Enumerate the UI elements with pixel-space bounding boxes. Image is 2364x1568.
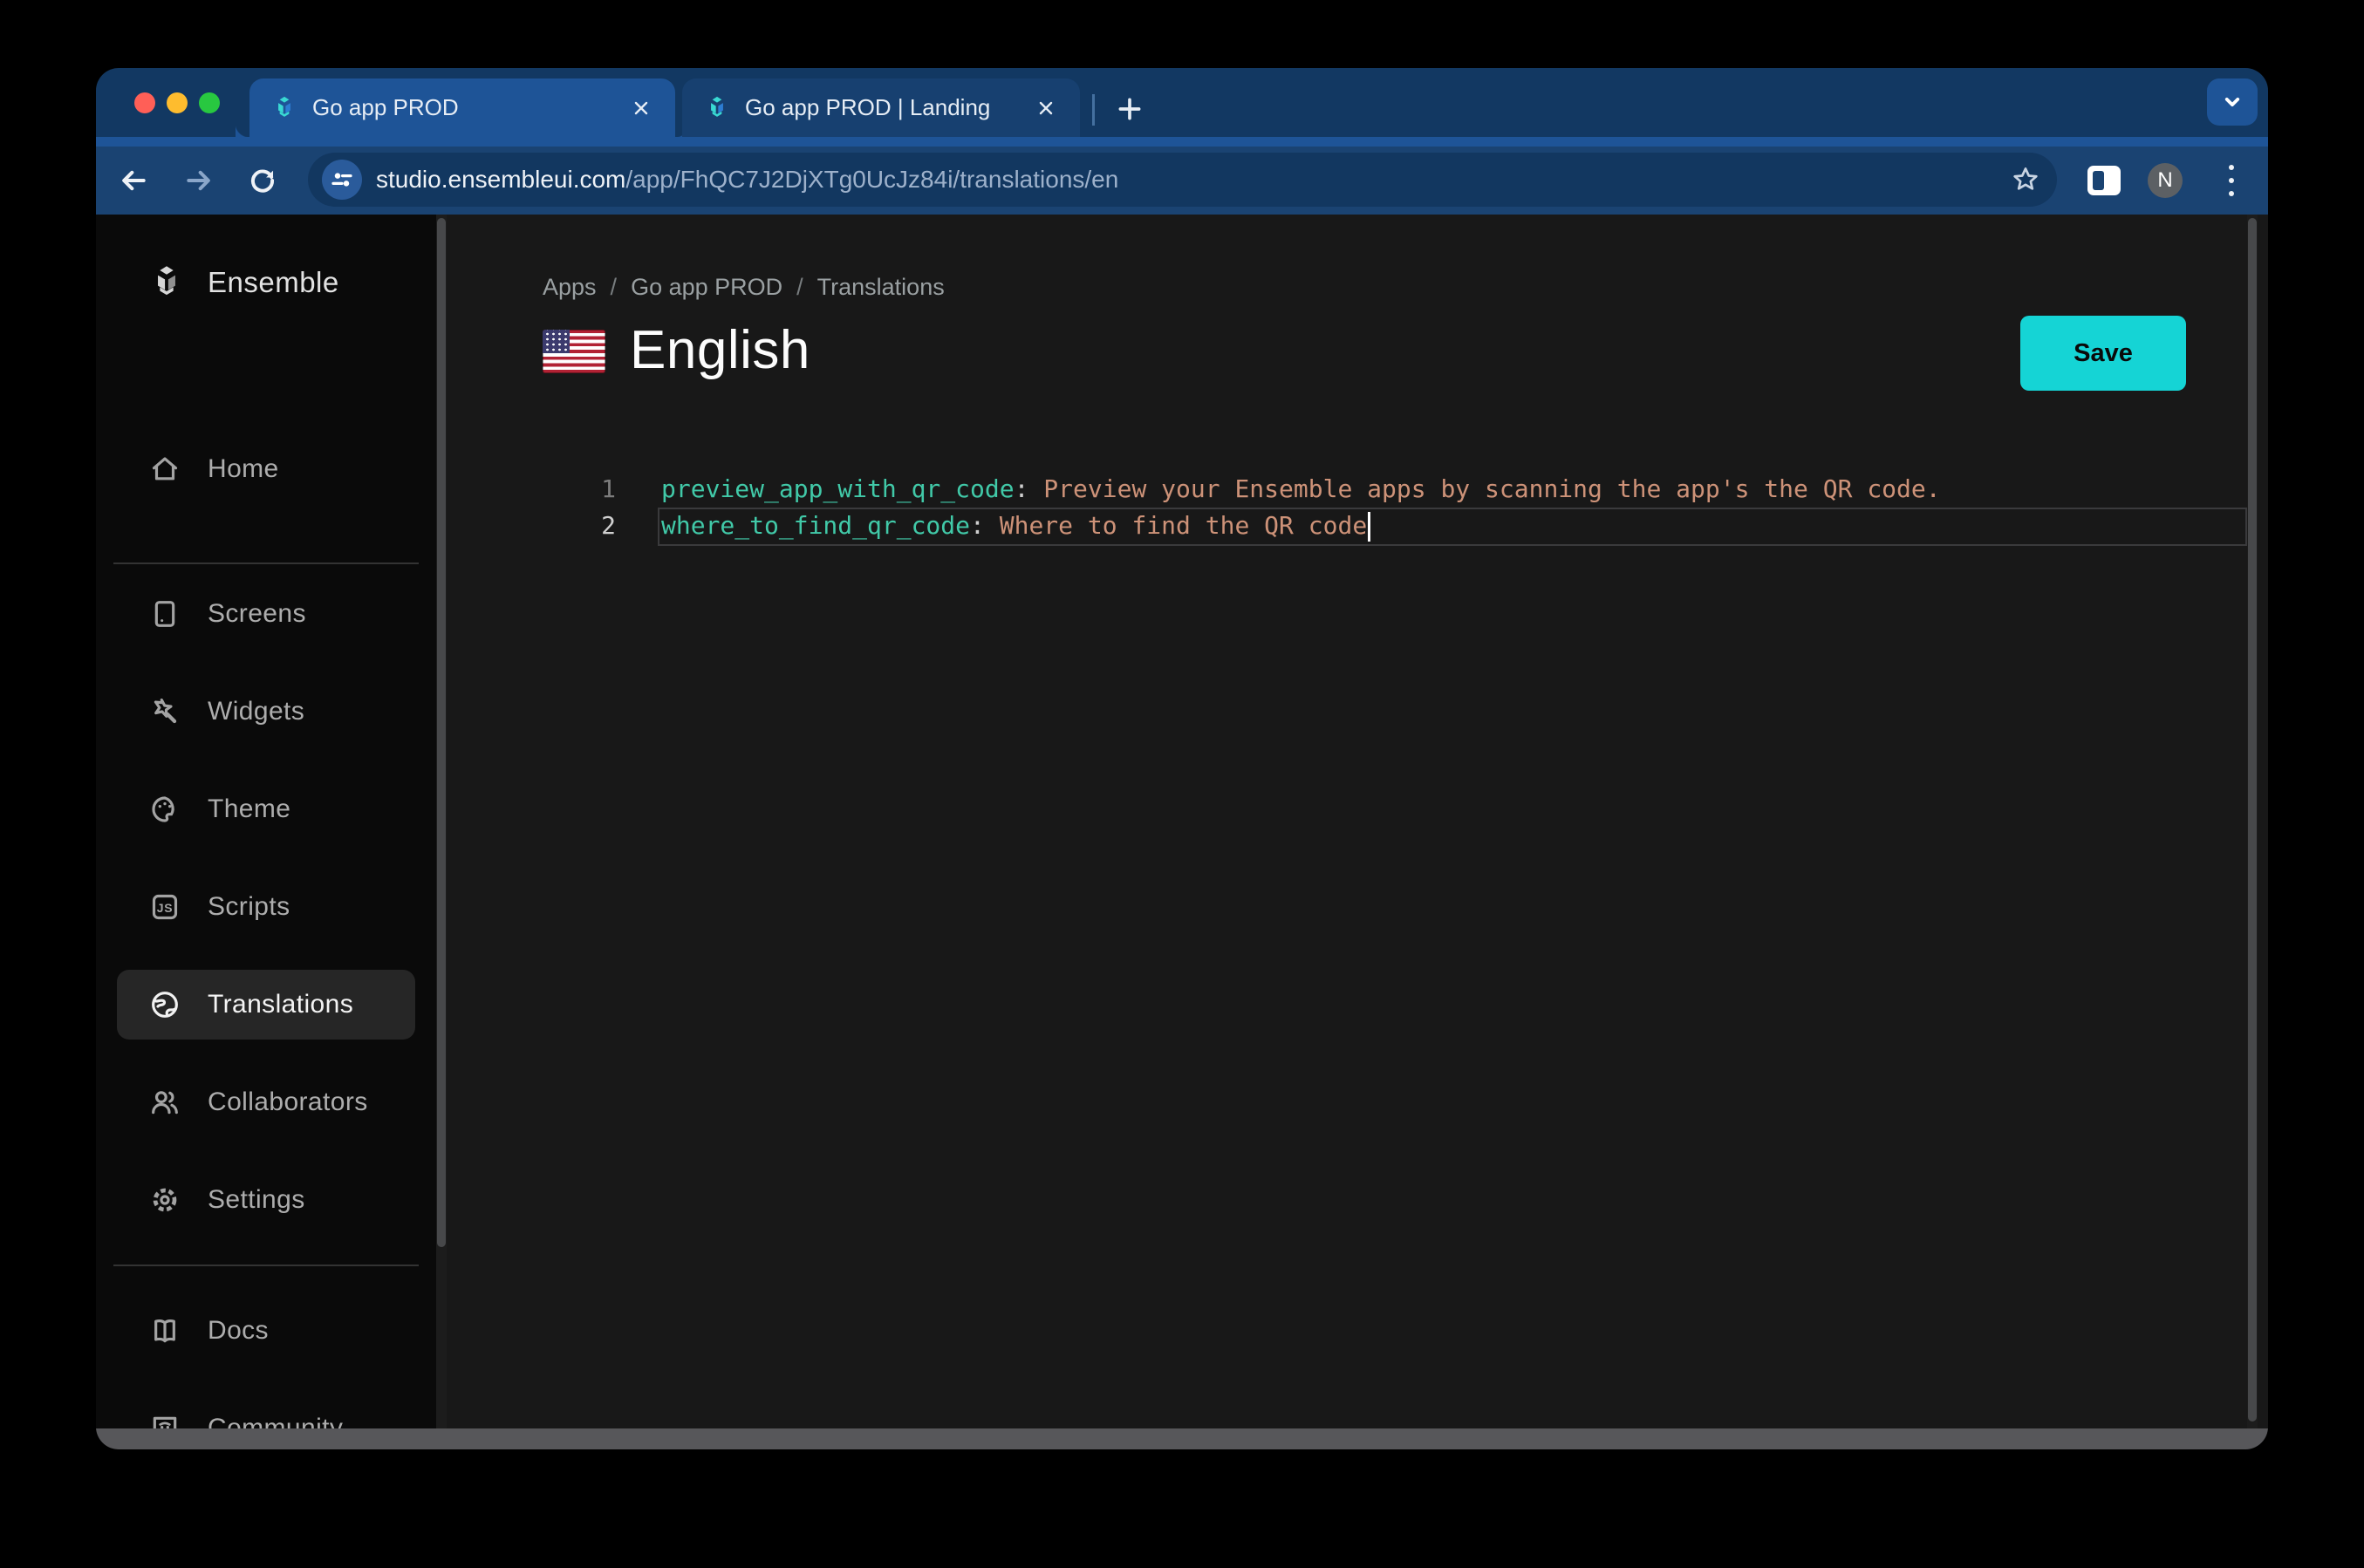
tab-separator	[1092, 94, 1095, 126]
url-path: /app/FhQC7J2DjXTg0UcJz84i/translations/e…	[625, 166, 1119, 193]
tab-go-app-prod-landing[interactable]: Go app PROD | Landing	[682, 78, 1080, 137]
tabstrip-accent-strip	[96, 137, 2268, 147]
docs-book-icon	[147, 1312, 183, 1349]
brand: Ensemble	[96, 251, 436, 314]
sidebar-item-collaborators[interactable]: Collaborators	[96, 1067, 436, 1137]
line-number: 2	[601, 511, 616, 540]
svg-text:JS: JS	[157, 901, 173, 915]
home-icon	[147, 451, 183, 487]
bookmark-star-icon[interactable]	[2001, 155, 2050, 204]
sidebar-item-label: Translations	[208, 990, 354, 1019]
ensemble-favicon	[270, 94, 298, 122]
tab-title: Go app PROD | Landing	[745, 94, 991, 120]
breadcrumb: Apps / Go app PROD / Translations	[543, 274, 945, 301]
zoom-window-button[interactable]	[199, 92, 220, 113]
sidebar-item-settings[interactable]: Settings	[96, 1165, 436, 1235]
profile-avatar[interactable]: N	[2148, 163, 2183, 198]
sidebar-scrollbar-thumb[interactable]	[437, 218, 446, 1247]
text-cursor	[1368, 512, 1371, 542]
main-content: Apps / Go app PROD / Translations Englis…	[447, 215, 2258, 1428]
sidebar-item-label: Home	[208, 454, 279, 483]
sidebar-item-label: Collaborators	[208, 1087, 368, 1116]
sidebar-item-label: Screens	[208, 599, 306, 628]
sidebar-item-scripts[interactable]: JS Scripts	[96, 872, 436, 942]
sidebar-item-label: Docs	[208, 1316, 269, 1345]
translations-globe-icon	[147, 986, 183, 1023]
close-window-button[interactable]	[134, 92, 155, 113]
tab-search-chevron-button[interactable]	[2207, 78, 2258, 126]
us-flag-icon	[543, 330, 605, 373]
brand-label: Ensemble	[208, 266, 339, 298]
scripts-js-icon: JS	[147, 889, 183, 925]
page-body: Ensemble Home Screens Widgets Theme JS S…	[96, 215, 2268, 1442]
window-bottom-edge	[96, 1428, 2268, 1449]
page-title: English	[630, 320, 810, 380]
ensemble-favicon	[703, 94, 731, 122]
settings-gear-icon	[147, 1182, 183, 1218]
new-tab-button[interactable]	[1110, 89, 1150, 129]
breadcrumb-separator: /	[796, 274, 803, 300]
page-scrollbar-thumb[interactable]	[2248, 218, 2257, 1421]
side-panel-icon[interactable]	[2078, 153, 2130, 208]
theme-palette-icon	[147, 791, 183, 828]
code-text: preview_app_with_qr_code: Preview your E…	[661, 474, 1941, 503]
widgets-icon	[147, 693, 183, 730]
ensemble-logo-icon	[147, 262, 187, 303]
browser-toolbar: studio.ensembleui.com/app/FhQC7J2DjXTg0U…	[96, 147, 2268, 215]
sidebar-item-screens[interactable]: Screens	[96, 579, 436, 649]
page-scrollbar-track[interactable]	[2247, 215, 2258, 1428]
sidebar-item-label: Theme	[208, 794, 291, 823]
address-bar[interactable]: studio.ensembleui.com/app/FhQC7J2DjXTg0U…	[308, 153, 2057, 207]
url-host: studio.ensembleui.com	[376, 166, 626, 193]
sidebar-item-label: Widgets	[208, 697, 305, 726]
tab-close-icon[interactable]	[628, 95, 654, 121]
tab-close-icon[interactable]	[1033, 95, 1059, 121]
sidebar-item-home[interactable]: Home	[96, 434, 436, 504]
screenshot-stage: Go app PROD Go app PROD | Landing studio…	[0, 0, 2364, 1568]
reload-button[interactable]	[236, 153, 290, 208]
code-text: where_to_find_qr_code: Where to find the…	[661, 508, 1371, 544]
sidebar-divider	[113, 1265, 419, 1266]
breadcrumb-go-app-prod[interactable]: Go app PROD	[631, 274, 782, 301]
sidebar-item-widgets[interactable]: Widgets	[96, 677, 436, 747]
sidebar-item-theme[interactable]: Theme	[96, 774, 436, 844]
browser-menu-icon[interactable]	[2214, 153, 2249, 208]
editor-line[interactable]: 1 preview_app_with_qr_code: Preview your…	[447, 471, 2258, 508]
breadcrumb-translations[interactable]: Translations	[817, 274, 945, 301]
breadcrumb-apps[interactable]: Apps	[543, 274, 597, 301]
screens-icon	[147, 596, 183, 632]
breadcrumb-separator: /	[610, 274, 618, 300]
site-settings-tune-icon[interactable]	[322, 160, 362, 200]
collaborators-icon	[147, 1084, 183, 1121]
forward-button[interactable]	[172, 153, 226, 208]
back-button[interactable]	[106, 153, 161, 208]
sidebar-scrollbar-track[interactable]	[436, 215, 447, 1428]
line-number: 1	[601, 474, 616, 503]
sidebar-item-docs[interactable]: Docs	[96, 1296, 436, 1366]
save-button[interactable]: Save	[2020, 316, 2186, 391]
minimize-window-button[interactable]	[167, 92, 188, 113]
browser-window: Go app PROD Go app PROD | Landing studio…	[96, 68, 2268, 1449]
editor-line-active[interactable]: 2 where_to_find_qr_code: Where to find t…	[447, 508, 2258, 544]
sidebar-item-label: Scripts	[208, 892, 290, 921]
url-text: studio.ensembleui.com/app/FhQC7J2DjXTg0U…	[376, 166, 2001, 194]
tab-strip: Go app PROD Go app PROD | Landing	[96, 68, 2268, 137]
sidebar-divider	[113, 562, 419, 564]
sidebar: Ensemble Home Screens Widgets Theme JS S…	[96, 215, 436, 1442]
tab-go-app-prod[interactable]: Go app PROD	[249, 78, 689, 137]
tab-title: Go app PROD	[312, 94, 459, 120]
sidebar-item-label: Settings	[208, 1185, 305, 1214]
sidebar-item-translations[interactable]: Translations	[117, 970, 415, 1040]
